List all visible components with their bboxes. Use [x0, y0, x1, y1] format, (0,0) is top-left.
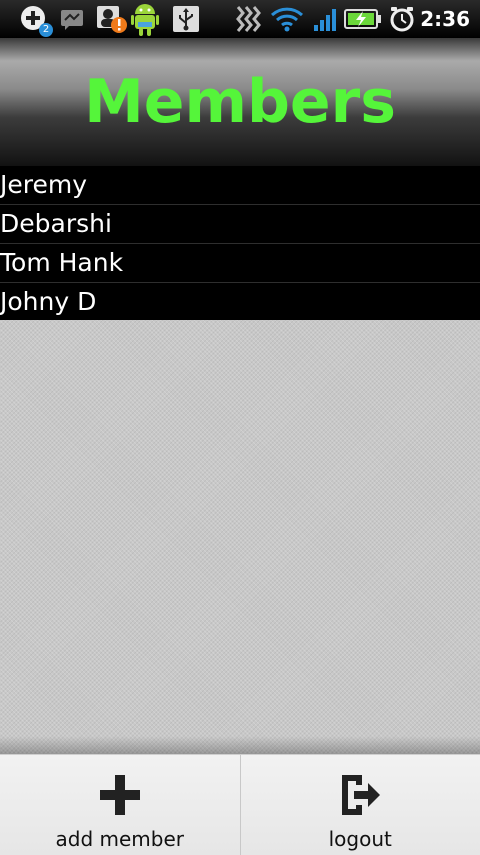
logout-button[interactable]: logout	[240, 755, 480, 855]
contact-alert-icon	[96, 5, 128, 33]
member-list-item[interactable]: Jeremy	[0, 166, 480, 205]
bottom-action-bar: add member logout	[0, 754, 480, 855]
logout-icon	[336, 771, 384, 819]
signal-icon	[312, 5, 340, 33]
android-icon	[128, 0, 162, 38]
member-list-item[interactable]: Tom Hank	[0, 244, 480, 283]
member-list-item[interactable]: Debarshi	[0, 205, 480, 244]
member-list-item[interactable]: Johny D	[0, 283, 480, 321]
logout-label: logout	[241, 827, 480, 851]
header: Members	[0, 38, 480, 166]
status-bar: 2	[0, 0, 480, 38]
page-title: Members	[0, 38, 480, 166]
usb-icon	[172, 5, 200, 33]
messaging-icon	[58, 5, 86, 33]
battery-charging-icon	[344, 5, 382, 33]
member-list: Jeremy Debarshi Tom Hank Johny D	[0, 166, 480, 321]
add-member-button[interactable]: add member	[0, 755, 240, 855]
alarm-clock-icon	[388, 5, 416, 33]
notification-count-badge: 2	[39, 23, 53, 37]
status-time: 2:36	[420, 0, 470, 38]
plus-icon	[96, 771, 144, 819]
empty-list-area	[0, 320, 480, 754]
vibrate-icon	[234, 5, 264, 33]
add-member-label: add member	[0, 827, 240, 851]
wifi-icon	[270, 5, 304, 33]
divider-shadow	[0, 736, 480, 754]
